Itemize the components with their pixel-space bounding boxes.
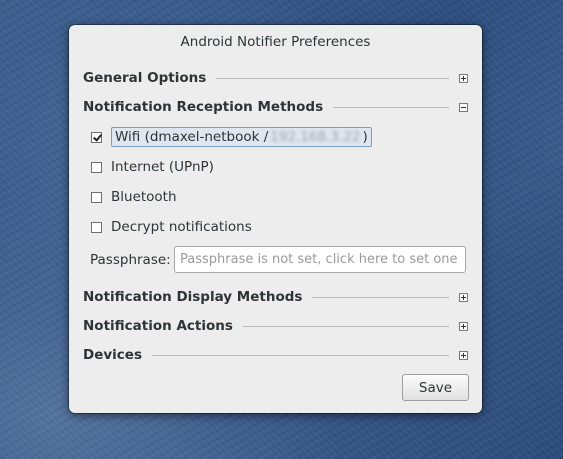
preferences-dialog: Android Notifier Preferences General Opt… <box>69 25 482 413</box>
bluetooth-label: Bluetooth <box>111 189 177 205</box>
section-label: General Options <box>83 70 207 86</box>
expand-plus-icon[interactable] <box>459 73 468 83</box>
wifi-label-suffix: ) <box>362 129 368 145</box>
dialog-title: Android Notifier Preferences <box>180 34 371 50</box>
decrypt-checkbox[interactable] <box>91 221 102 233</box>
collapse-minus-icon[interactable] <box>459 102 468 112</box>
passphrase-label: Passphrase: <box>90 252 171 268</box>
internet-checkbox[interactable] <box>91 161 102 173</box>
section-label: Notification Actions <box>83 318 233 334</box>
decrypt-checkbox-row[interactable]: Decrypt notifications <box>91 217 252 237</box>
section-general-options[interactable]: General Options <box>83 69 468 87</box>
wifi-label-focus: Wifi (dmaxel-netbook / 192.168.3.22 ) <box>111 127 372 147</box>
save-button[interactable]: Save <box>402 374 469 401</box>
section-divider <box>333 106 449 108</box>
expand-plus-icon[interactable] <box>459 350 468 360</box>
section-divider <box>242 325 449 327</box>
expand-plus-icon[interactable] <box>459 321 468 331</box>
wifi-checkbox-row[interactable]: Wifi (dmaxel-netbook / 192.168.3.22 ) <box>91 127 372 147</box>
section-label: Devices <box>83 347 142 363</box>
bluetooth-checkbox-row[interactable]: Bluetooth <box>91 187 177 207</box>
section-label: Notification Reception Methods <box>83 99 324 115</box>
expand-plus-icon[interactable] <box>459 292 468 302</box>
decrypt-label: Decrypt notifications <box>111 219 252 235</box>
section-divider <box>312 296 449 298</box>
wifi-label: Wifi (dmaxel-netbook / <box>115 129 269 145</box>
section-divider <box>216 77 449 79</box>
bluetooth-checkbox[interactable] <box>91 191 102 203</box>
section-label: Notification Display Methods <box>83 289 303 305</box>
wifi-ip-redacted: 192.168.3.22 <box>270 129 361 145</box>
section-notification-actions[interactable]: Notification Actions <box>83 317 468 335</box>
internet-checkbox-row[interactable]: Internet (UPnP) <box>91 157 214 177</box>
wifi-checkbox[interactable] <box>91 131 102 143</box>
internet-label: Internet (UPnP) <box>111 159 214 175</box>
section-notification-display-methods[interactable]: Notification Display Methods <box>83 288 468 306</box>
section-divider <box>151 354 449 356</box>
section-notification-reception-methods[interactable]: Notification Reception Methods <box>83 98 468 116</box>
passphrase-input[interactable] <box>174 246 466 273</box>
section-devices[interactable]: Devices <box>83 346 468 364</box>
